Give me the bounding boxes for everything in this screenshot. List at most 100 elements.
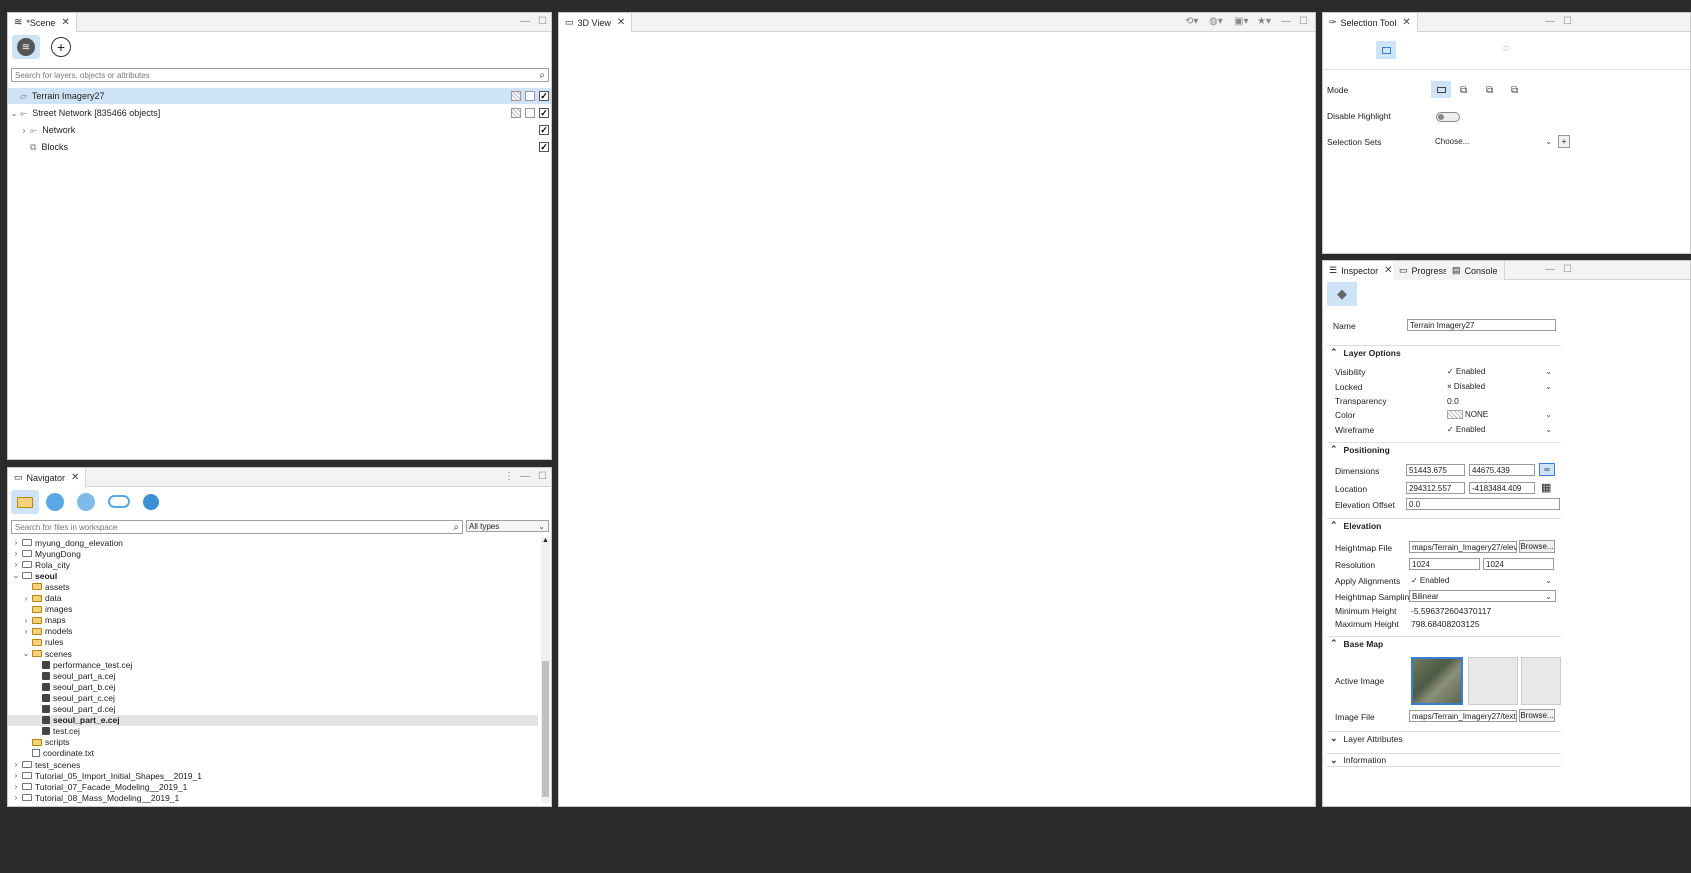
base-map-header[interactable]: ⌃ Base Map: [1327, 636, 1561, 650]
selection-sets-select[interactable]: Choose... ⌄: [1433, 135, 1555, 147]
resolution-x-input[interactable]: 1024: [1409, 558, 1480, 570]
layer-color-swatch[interactable]: [511, 108, 521, 118]
add-layer-button[interactable]: +: [51, 37, 71, 57]
layer-visibility-checkbox[interactable]: [539, 108, 549, 118]
tree-item[interactable]: rules: [8, 637, 538, 648]
information-header[interactable]: ⌄ Information: [1327, 753, 1561, 767]
image-slot-thumbnail[interactable]: [1468, 657, 1518, 705]
location-y-input[interactable]: -4183484.409: [1469, 482, 1535, 494]
mode-replace-button[interactable]: [1431, 81, 1451, 98]
maximize-icon[interactable]: ☐: [1563, 264, 1572, 275]
mode-subtract-icon[interactable]: ⧉: [1486, 85, 1493, 96]
tree-item[interactable]: › Tutorial_08_Mass_Modeling__2019_1: [8, 792, 538, 803]
maximize-icon[interactable]: ☐: [1563, 16, 1572, 27]
heightmap-file-input[interactable]: maps/Terrain_Imagery27/elevati: [1409, 541, 1517, 553]
tree-item[interactable]: performance_test.cej: [8, 659, 538, 670]
tab-scene[interactable]: ≋ *Scene ✕: [8, 13, 77, 32]
layer-search-field[interactable]: ⌕: [11, 68, 549, 82]
color-select[interactable]: NONE ⌄: [1445, 408, 1555, 420]
image-slot-thumbnail[interactable]: [1521, 657, 1561, 705]
wireframe-select[interactable]: ✓ Enabled ⌄: [1445, 423, 1555, 435]
positioning-header[interactable]: ⌃ Positioning: [1327, 442, 1561, 456]
chevron-down-icon[interactable]: ⌄: [10, 109, 18, 118]
disable-highlight-toggle[interactable]: [1436, 112, 1460, 122]
tree-item[interactable]: seoul_part_a.cej: [8, 670, 538, 681]
minimize-icon[interactable]: —: [520, 471, 530, 482]
tree-item[interactable]: images: [8, 604, 538, 615]
tab-3d-view[interactable]: ▭ 3D View ✕: [559, 13, 633, 32]
tree-item[interactable]: › Tutorial_05_Import_Initial_Shapes__2019…: [8, 770, 538, 781]
workspace-search-input[interactable]: [15, 522, 454, 532]
apply-alignments-select[interactable]: ✓ Enabled ⌄: [1409, 574, 1555, 586]
camera-icon[interactable]: ▣▾: [1234, 16, 1248, 27]
type-filter-select[interactable]: All types ⌄: [466, 520, 549, 532]
object-type-button[interactable]: ◆: [1327, 282, 1357, 306]
location-x-input[interactable]: 294312.557: [1406, 482, 1465, 494]
layers-button[interactable]: ≋: [12, 35, 40, 59]
download-icon[interactable]: [77, 493, 95, 511]
tree-item[interactable]: coordinate.txt: [8, 748, 538, 759]
chevron-right-icon[interactable]: ›: [22, 594, 30, 603]
chevron-down-icon[interactable]: ⌄: [12, 571, 20, 580]
lock-aspect-button[interactable]: ∞: [1539, 463, 1555, 476]
tree-item[interactable]: › myung_dong_elevation: [8, 537, 538, 548]
minimize-icon[interactable]: —: [1545, 264, 1555, 275]
layer-row-street-network[interactable]: ⌄ ⟜ Street Network [835466 objects]: [8, 105, 551, 121]
minimize-icon[interactable]: —: [1281, 16, 1291, 27]
tab-console[interactable]: ▤ Console: [1446, 261, 1505, 280]
rule-package-icon[interactable]: [143, 494, 159, 510]
anchor-grid-icon[interactable]: ▦: [1541, 481, 1551, 494]
chevron-right-icon[interactable]: ›: [22, 627, 30, 636]
layer-attributes-header[interactable]: ⌄ Layer Attributes: [1327, 731, 1561, 745]
maximize-icon[interactable]: ☐: [538, 471, 547, 482]
more-icon[interactable]: ⋮: [504, 471, 514, 482]
tree-item[interactable]: ⌄ scenes: [8, 648, 538, 659]
close-icon[interactable]: ✕: [617, 17, 625, 28]
tree-item[interactable]: seoul_part_d.cej: [8, 704, 538, 715]
close-icon[interactable]: ✕: [1384, 265, 1392, 276]
transparency-value[interactable]: 0.0: [1447, 396, 1459, 406]
layer-options-header[interactable]: ⌃ Layer Options: [1327, 345, 1561, 359]
layer-lock-toggle[interactable]: [525, 91, 535, 101]
layer-visibility-checkbox[interactable]: [539, 125, 549, 135]
search-icon[interactable]: ⌕: [539, 70, 545, 81]
workspace-search-field[interactable]: ⌕: [11, 520, 463, 534]
elevation-header[interactable]: ⌃ Elevation: [1327, 518, 1561, 532]
open-folder-button[interactable]: [11, 490, 39, 514]
maximize-icon[interactable]: ☐: [538, 16, 547, 27]
tree-item[interactable]: › Tutorial_07_Facade_Modeling__2019_1: [8, 781, 538, 792]
tree-scrollbar[interactable]: ▲: [541, 537, 550, 803]
visibility-select[interactable]: ✓ Enabled ⌄: [1445, 365, 1555, 377]
scroll-up-icon[interactable]: ▲: [542, 537, 549, 544]
layer-row-blocks[interactable]: ⧉ Blocks: [8, 139, 551, 155]
chevron-right-icon[interactable]: ›: [12, 793, 20, 802]
3d-viewport[interactable]: [559, 33, 1315, 806]
tab-selection-tool[interactable]: ✑ Selection Tool ✕: [1323, 13, 1418, 32]
image-browse-button[interactable]: Browse...: [1519, 709, 1555, 722]
chevron-right-icon[interactable]: ›: [12, 549, 20, 558]
chevron-right-icon[interactable]: ›: [12, 760, 20, 769]
layer-row-network[interactable]: › ⟜ Network: [8, 122, 551, 138]
tree-item[interactable]: › maps: [8, 615, 538, 626]
layer-lock-toggle[interactable]: [525, 108, 535, 118]
layer-visibility-checkbox[interactable]: [539, 142, 549, 152]
tree-item[interactable]: › Rola_city: [8, 559, 538, 570]
tab-navigator[interactable]: ▭ Navigator ✕: [8, 468, 87, 487]
scrollbar-thumb[interactable]: [542, 661, 549, 797]
tree-item[interactable]: seoul_part_b.cej: [8, 681, 538, 692]
dimension-y-input[interactable]: 44675.439: [1469, 464, 1535, 476]
tree-item[interactable]: assets: [8, 581, 538, 592]
heightmap-browse-button[interactable]: Browse...: [1519, 540, 1555, 553]
maximize-icon[interactable]: ☐: [1299, 16, 1308, 27]
add-selection-set-button[interactable]: +: [1558, 135, 1570, 148]
close-icon[interactable]: ✕: [71, 472, 79, 483]
resolution-y-input[interactable]: 1024: [1483, 558, 1554, 570]
dimension-x-input[interactable]: 51443.675: [1406, 464, 1465, 476]
active-image-thumbnail[interactable]: [1411, 657, 1463, 705]
tree-item[interactable]: › models: [8, 626, 538, 637]
minimize-icon[interactable]: —: [1545, 16, 1555, 27]
tree-item[interactable]: scripts: [8, 737, 538, 748]
chevron-down-icon[interactable]: ⌄: [22, 649, 30, 658]
minimize-icon[interactable]: —: [520, 16, 530, 27]
elevation-offset-input[interactable]: 0.0: [1406, 498, 1560, 510]
